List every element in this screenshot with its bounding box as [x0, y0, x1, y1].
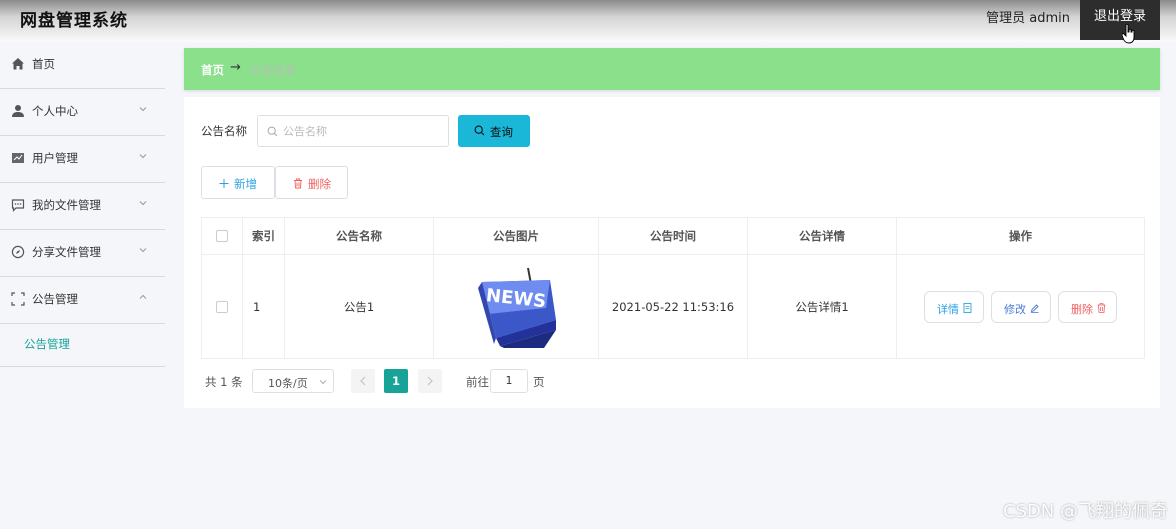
sidebar-subitem-announcement-management[interactable]: 公告管理	[0, 324, 165, 367]
top-header: 网盘管理系统 管理员 admin 退出登录	[0, 0, 1176, 44]
content-card: 公告名称 查询 新增 删除 索引 公告名称 公	[184, 97, 1160, 408]
sidebar-item-home[interactable]: 首页	[0, 42, 165, 89]
select-all-checkbox[interactable]	[216, 230, 228, 242]
sidebar-item-label: 分享文件管理	[32, 245, 101, 259]
search-input-wrapper	[257, 115, 449, 147]
detail-button-label: 详情	[937, 303, 959, 316]
table-header-row: 索引 公告名称 公告图片 公告时间 公告详情 操作	[202, 218, 1144, 255]
chat-icon	[11, 199, 25, 212]
goto-label: 前往	[466, 375, 489, 389]
breadcrumb-home-link[interactable]: 首页	[201, 62, 224, 78]
column-header-actions: 操作	[1009, 229, 1032, 243]
sidebar-item-users[interactable]: 用户管理	[0, 136, 165, 183]
goto-suffix: 页	[533, 375, 545, 389]
prev-page-button[interactable]	[351, 369, 375, 393]
next-page-button[interactable]	[418, 369, 442, 393]
admin-label: 管理员 admin	[986, 11, 1070, 26]
sidebar-item-label: 个人中心	[32, 104, 78, 118]
announcement-table: 索引 公告名称 公告图片 公告时间 公告详情 操作 1 公告1 NEWS 202…	[201, 217, 1145, 359]
home-icon	[12, 58, 24, 70]
chevron-down-icon	[139, 201, 147, 206]
trash-icon	[1097, 303, 1106, 313]
row-select-cell	[202, 255, 243, 359]
news-key-image: NEWS	[478, 267, 556, 348]
sidebar-item-label: 首页	[32, 57, 55, 71]
app-title: 网盘管理系统	[20, 11, 128, 31]
page-size-select[interactable]: 10条/页	[252, 369, 334, 393]
add-button-label: 新增	[234, 177, 257, 191]
chevron-down-icon	[319, 380, 327, 385]
batch-delete-button[interactable]: 删除	[275, 166, 348, 199]
chevron-down-icon	[139, 154, 147, 159]
row-image-cell: NEWS	[434, 255, 599, 359]
logout-button[interactable]: 退出登录	[1080, 0, 1160, 40]
search-icon	[474, 125, 485, 136]
add-button[interactable]: 新增	[201, 166, 275, 199]
breadcrumb-current: 公告信息	[250, 63, 296, 77]
row-actions-cell: 详情 修改 删除	[897, 255, 1144, 359]
search-input[interactable]	[283, 122, 443, 140]
row-name: 公告1	[285, 255, 434, 359]
search-label: 公告名称	[201, 124, 247, 138]
fullscreen-icon	[11, 292, 25, 306]
sidebar-item-label: 用户管理	[32, 151, 78, 165]
sidebar-item-shared-files[interactable]: 分享文件管理	[0, 230, 165, 277]
chevron-left-icon	[360, 376, 366, 386]
row-index: 1	[243, 255, 285, 359]
row-detail: 公告详情1	[748, 255, 897, 359]
sidebar-item-my-files[interactable]: 我的文件管理	[0, 183, 165, 230]
trash-icon	[294, 178, 302, 189]
search-icon	[267, 126, 278, 137]
sidebar: 首页 个人中心 用户管理 我的文件管理 分享文件管理 公告管理 公告管理	[0, 42, 165, 529]
sidebar-subitem-label: 公告管理	[24, 337, 70, 351]
column-header-image: 公告图片	[434, 218, 599, 254]
delete-button[interactable]: 删除	[1058, 291, 1117, 323]
user-icon	[12, 105, 24, 117]
edit-button-label: 修改	[1004, 303, 1026, 316]
batch-delete-button-label: 删除	[308, 177, 331, 191]
column-header-name: 公告名称	[285, 218, 434, 254]
chart-icon	[12, 153, 24, 163]
chevron-right-icon	[427, 376, 433, 386]
query-button-label: 查询	[490, 125, 513, 139]
row-time: 2021-05-22 11:53:16	[599, 255, 748, 359]
sidebar-item-personal[interactable]: 个人中心	[0, 89, 165, 136]
column-header-time: 公告时间	[599, 218, 748, 254]
hand-cursor-icon	[1122, 24, 1135, 44]
document-icon	[963, 303, 972, 313]
breadcrumb-separator: →	[230, 60, 241, 75]
edit-pencil-icon	[1030, 304, 1039, 313]
breadcrumb: 首页 → 公告信息	[184, 48, 1160, 90]
page-number-current[interactable]: 1	[384, 369, 408, 393]
chevron-down-icon	[139, 248, 147, 253]
row-checkbox[interactable]	[216, 301, 228, 313]
detail-button[interactable]: 详情	[924, 291, 984, 323]
query-button[interactable]: 查询	[458, 115, 530, 147]
sidebar-item-label: 公告管理	[32, 292, 78, 306]
column-header-index: 索引	[243, 218, 285, 254]
chevron-down-icon	[139, 107, 147, 112]
column-header-detail: 公告详情	[748, 218, 897, 254]
page-size-value: 10条/页	[268, 377, 308, 390]
sidebar-item-label: 我的文件管理	[32, 198, 101, 212]
pagination-total: 共 1 条	[205, 375, 243, 389]
chevron-up-icon	[139, 294, 147, 299]
goto-page-input[interactable]: 1	[490, 369, 528, 393]
csdn-watermark: CSDN @飞翔的佩奇	[1002, 501, 1168, 522]
edit-button[interactable]: 修改	[991, 291, 1051, 323]
compass-icon	[11, 245, 25, 259]
delete-button-label: 删除	[1071, 303, 1093, 316]
select-all-cell	[202, 218, 243, 254]
plus-icon	[219, 179, 229, 188]
sidebar-item-announcements[interactable]: 公告管理	[0, 277, 165, 324]
table-row: 1 公告1 NEWS 2021-05-22 11:53:16 公告详情1 详情	[202, 255, 1144, 359]
